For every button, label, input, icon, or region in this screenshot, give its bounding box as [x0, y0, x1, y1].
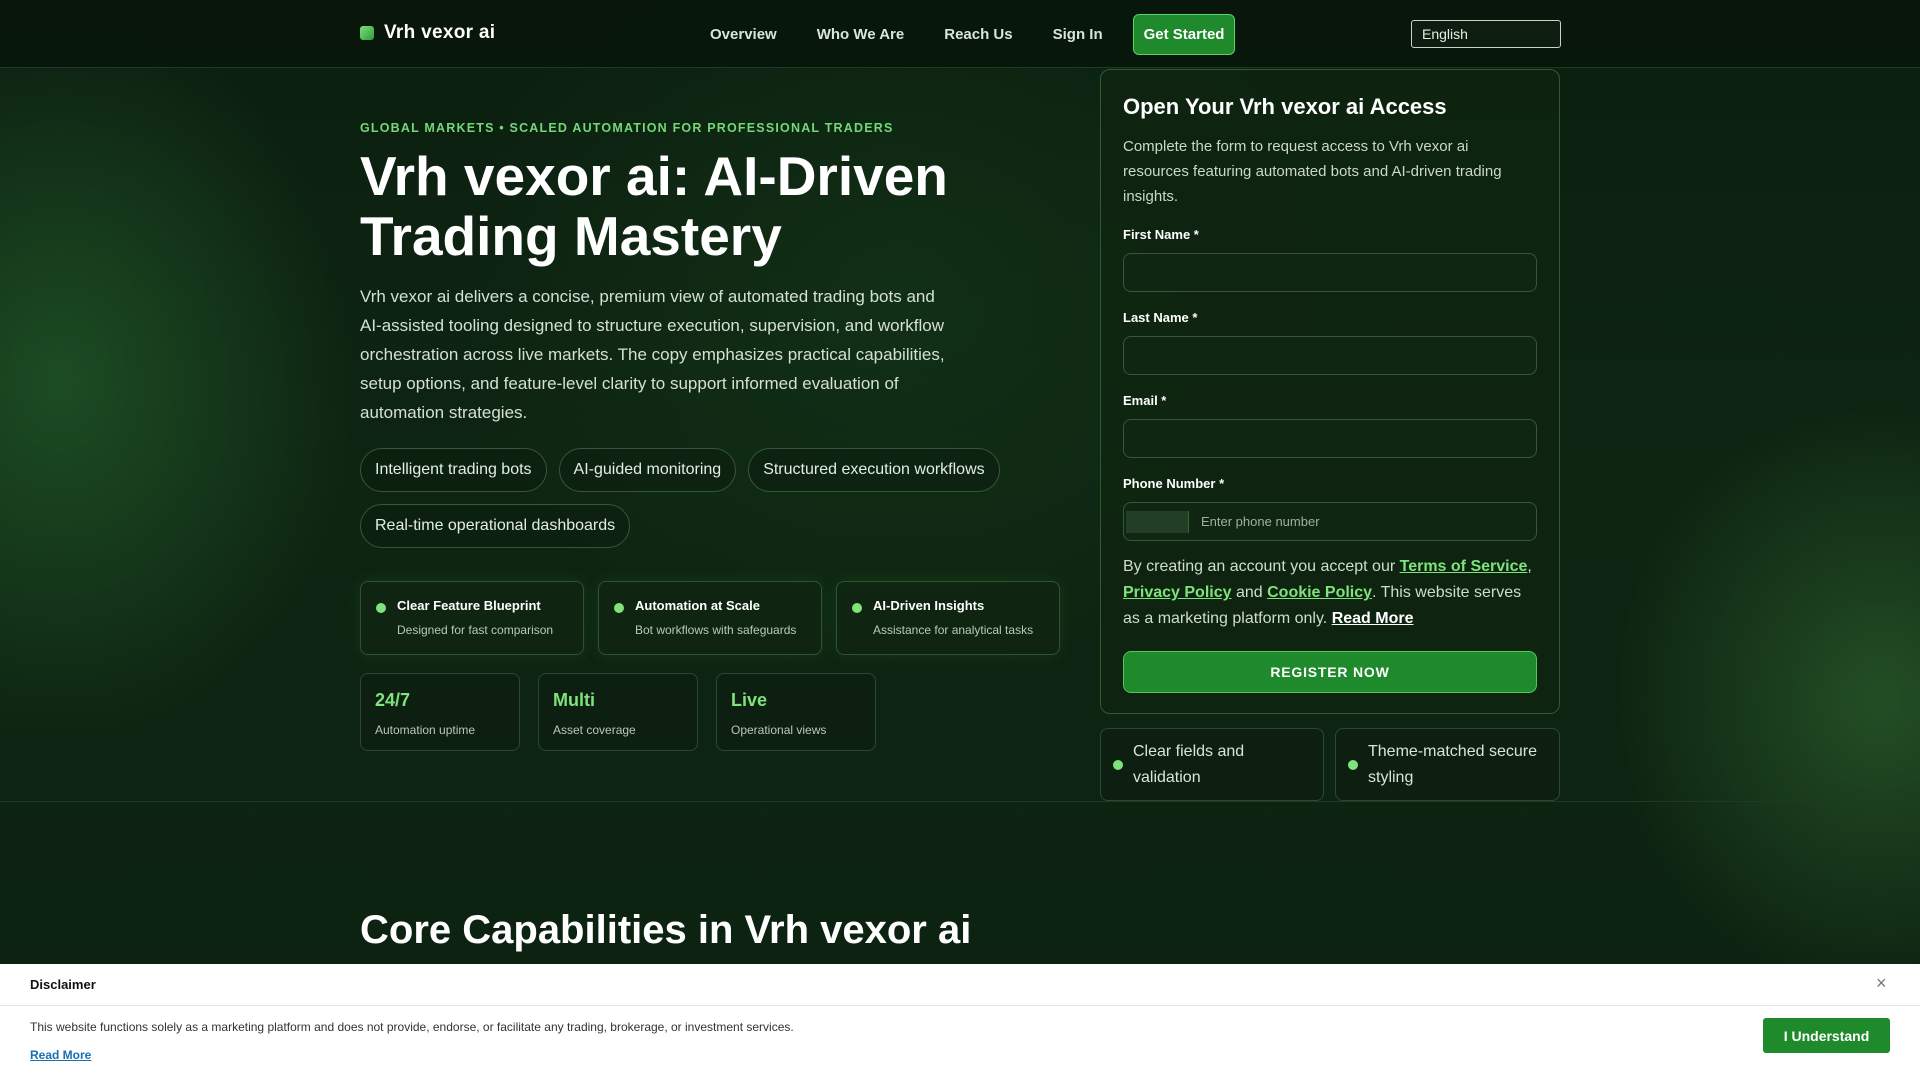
pill-ai-guided-monitoring: AI-guided monitoring	[558, 448, 737, 492]
stat-card: Multi Asset coverage	[538, 673, 698, 751]
stat-value: Multi	[553, 690, 595, 710]
brand-mark-icon	[360, 26, 374, 40]
bullet-dot-icon	[376, 603, 386, 613]
stat-value: 24/7	[375, 690, 411, 710]
cookie-policy-link[interactable]: Cookie Policy	[1267, 584, 1372, 601]
country-code-select[interactable]	[1126, 510, 1189, 533]
terms-text: By creating an account you accept our Te…	[1123, 554, 1537, 632]
feature-card: Automation at Scale Bot workflows with s…	[598, 581, 822, 655]
form-note-text: Theme-matched secure styling	[1368, 743, 1537, 786]
nav-reach-us[interactable]: Reach Us	[944, 26, 1012, 43]
form-note-text: Clear fields and validation	[1133, 743, 1245, 786]
terms-read-more-link[interactable]: Read More	[1332, 610, 1414, 627]
feature-title: Clear Feature Blueprint	[397, 598, 541, 613]
phone-field	[1123, 502, 1537, 541]
stat-label: Automation uptime	[375, 723, 476, 737]
hero-title: Vrh vexor ai: AI-Driven Trading Mastery	[360, 145, 948, 267]
stat-label: Asset coverage	[553, 723, 636, 737]
first-name-label: First Name *	[1123, 227, 1199, 242]
stat-value: Live	[731, 690, 768, 710]
hero-description: Vrh vexor ai delivers a concise, premium…	[360, 287, 945, 422]
registration-form: Open Your Vrh vexor ai Access Complete t…	[1100, 69, 1560, 714]
pill-real-time-dashboards: Real-time operational dashboards	[360, 504, 631, 548]
disclaimer-read-more-link[interactable]: Read More	[30, 1048, 91, 1062]
nav-sign-in[interactable]: Sign In	[1053, 26, 1103, 43]
nav-who-we-are[interactable]: Who We Are	[817, 26, 905, 43]
terms-and: and	[1231, 584, 1268, 601]
terms-prefix: By creating an account you accept our	[1123, 558, 1400, 575]
bullet-dot-icon	[852, 603, 862, 613]
disclaimer-title: Disclaimer	[30, 977, 96, 992]
feature-title: AI-Driven Insights	[873, 598, 985, 613]
bullet-dot-icon	[614, 603, 624, 613]
last-name-label: Last Name *	[1123, 310, 1198, 325]
main-nav: Overview Who We Are Reach Us Sign In Get…	[690, 14, 1255, 55]
stat-card: Live Operational views	[716, 673, 876, 751]
close-icon[interactable]: ×	[1876, 973, 1887, 994]
email-label: Email *	[1123, 393, 1167, 408]
feature-card: Clear Feature Blueprint Designed for fas…	[360, 581, 584, 655]
stat-cards: 24/7 Automation uptime Multi Asset cover…	[360, 673, 876, 751]
phone-label: Phone Number *	[1123, 476, 1225, 491]
form-note-card: Theme-matched secure styling	[1335, 728, 1560, 801]
feature-title: Automation at Scale	[635, 598, 760, 613]
bullet-dot-icon	[1113, 760, 1123, 770]
brand-logo[interactable]: Vrh vexor ai	[360, 22, 495, 44]
phone-input[interactable]	[1189, 514, 1536, 529]
capability-pills: Intelligent trading bots AI-guided monit…	[360, 448, 1040, 548]
stat-label: Operational views	[731, 723, 827, 737]
register-now-button[interactable]: REGISTER NOW	[1123, 651, 1537, 693]
stat-card: 24/7 Automation uptime	[360, 673, 520, 751]
nav-overview[interactable]: Overview	[710, 26, 777, 43]
form-intro: Complete the form to request access to V…	[1123, 138, 1502, 205]
form-note-card: Clear fields and validation	[1100, 728, 1324, 801]
feature-cards: Clear Feature Blueprint Designed for fas…	[360, 581, 1060, 655]
form-title: Open Your Vrh vexor ai Access	[1123, 94, 1447, 119]
disclaimer-header: Disclaimer ×	[0, 964, 1920, 1006]
disclaimer-text: This website functions solely as a marke…	[30, 1020, 794, 1034]
feature-subtitle: Assistance for analytical tasks	[873, 623, 1034, 637]
brand-name: Vrh vexor ai	[384, 22, 496, 43]
disclaimer-banner: Disclaimer × This website functions sole…	[0, 964, 1920, 1080]
bullet-dot-icon	[1348, 760, 1358, 770]
pill-intelligent-trading-bots: Intelligent trading bots	[360, 448, 547, 492]
get-started-button[interactable]: Get Started	[1132, 14, 1236, 55]
i-understand-button[interactable]: I Understand	[1763, 1018, 1890, 1053]
feature-card: AI-Driven Insights Assistance for analyt…	[836, 581, 1060, 655]
first-name-field[interactable]	[1123, 253, 1537, 292]
hero-eyebrow: GLOBAL MARKETS • SCALED AUTOMATION FOR P…	[360, 121, 894, 135]
privacy-policy-link[interactable]: Privacy Policy	[1123, 584, 1232, 601]
language-select[interactable]: English	[1411, 20, 1561, 48]
feature-subtitle: Designed for fast comparison	[397, 623, 554, 637]
email-field[interactable]	[1123, 419, 1537, 458]
terms-comma: ,	[1527, 558, 1532, 575]
pill-structured-execution-workflows: Structured execution workflows	[748, 448, 1000, 492]
feature-subtitle: Bot workflows with safeguards	[635, 623, 797, 637]
terms-of-service-link[interactable]: Terms of Service	[1400, 558, 1528, 575]
section-title: Core Capabilities in Vrh vexor ai	[360, 908, 972, 952]
top-navigation-bar: Vrh vexor ai Overview Who We Are Reach U…	[0, 0, 1920, 68]
section-divider	[0, 801, 1920, 802]
last-name-field[interactable]	[1123, 336, 1537, 375]
